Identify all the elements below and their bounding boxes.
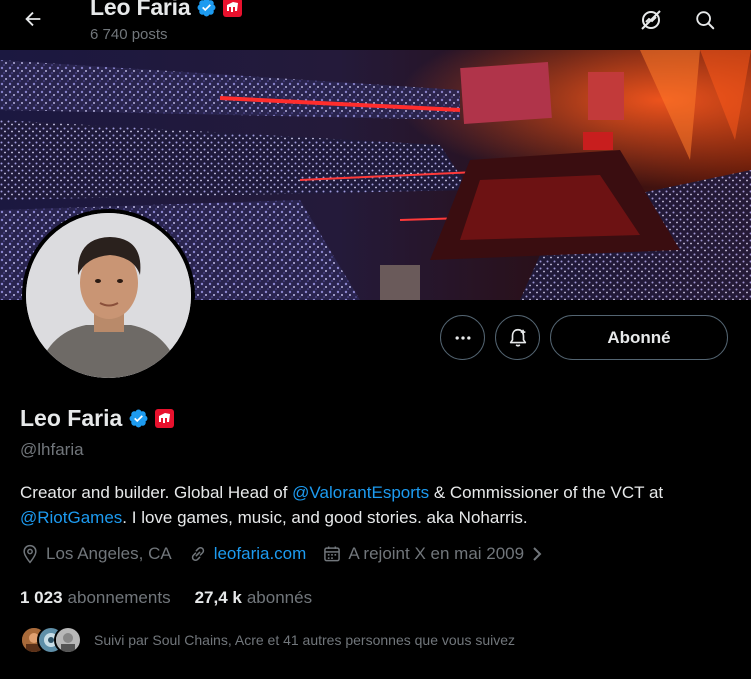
search-icon: [696, 11, 715, 30]
bio-text: & Commissioner of the VCT at: [429, 483, 664, 502]
verified-badge-icon: [196, 0, 217, 18]
back-arrow-icon: [25, 11, 41, 27]
profile-bio: Creator and builder. Global Head of @Val…: [20, 480, 730, 530]
following-stat[interactable]: 1 023 abonnements: [20, 588, 171, 608]
location-item: Los Angeles, CA: [20, 544, 172, 564]
website-link[interactable]: leofaria.com: [214, 544, 307, 564]
bio-mention-riotgames[interactable]: @RiotGames: [20, 508, 122, 527]
followed-by-text[interactable]: Suivi par Soul Chains, Acre et 41 autres…: [94, 632, 515, 648]
followed-by-avatars: [20, 626, 82, 654]
back-button[interactable]: [16, 2, 50, 36]
more-icon: [455, 335, 470, 340]
no-signal-icon: [641, 10, 661, 30]
bio-mention-valorantesports[interactable]: @ValorantEsports: [292, 483, 429, 502]
org-badge-icon: [223, 0, 243, 17]
chevron-right-icon: [533, 547, 542, 561]
followers-label: abonnés: [246, 588, 313, 607]
following-label: abonnements: [67, 588, 171, 607]
search-button[interactable]: [688, 3, 722, 37]
followers-count: 27,4 k: [194, 588, 242, 607]
avatar: [54, 626, 82, 654]
followed-by-row[interactable]: Suivi par Soul Chains, Acre et 41 autres…: [20, 626, 515, 654]
more-options-button[interactable]: [440, 315, 485, 360]
profile-meta-row: Los Angeles, CA leofaria.com A rejoint X…: [20, 544, 560, 564]
profile-avatar[interactable]: [22, 209, 195, 382]
link-icon: [191, 546, 204, 562]
no-signal-button[interactable]: [634, 3, 668, 37]
header-title-row: Leo Faria: [90, 0, 243, 21]
header-name: Leo Faria: [90, 0, 191, 20]
profile-header-bar: Leo Faria 6 740 posts: [0, 0, 751, 50]
bio-text: . I love games, music, and good stories.…: [122, 508, 528, 527]
profile-name-row: Leo Faria: [20, 405, 175, 432]
notification-bell-icon: [509, 328, 526, 347]
location-text: Los Angeles, CA: [46, 544, 172, 563]
joined-text: A rejoint X en mai 2009: [348, 544, 525, 563]
profile-name: Leo Faria: [20, 405, 123, 431]
joined-item[interactable]: A rejoint X en mai 2009: [322, 544, 544, 564]
profile-handle: @lhfaria: [20, 440, 84, 459]
followers-stat[interactable]: 27,4 k abonnés: [195, 588, 313, 608]
follow-stats-row: 1 023 abonnements 27,4 k abonnés: [20, 588, 336, 608]
following-count: 1 023: [20, 588, 63, 607]
calendar-icon: [324, 546, 341, 562]
org-badge-icon[interactable]: [155, 409, 175, 428]
location-pin-icon: [23, 544, 37, 564]
notifications-button[interactable]: [495, 315, 540, 360]
verified-badge-icon[interactable]: [128, 408, 149, 429]
bio-text: Creator and builder. Global Head of: [20, 483, 293, 502]
website-item[interactable]: leofaria.com: [188, 544, 307, 564]
posts-count: 6 740 posts: [90, 26, 168, 43]
following-button[interactable]: Abonné: [550, 315, 728, 360]
